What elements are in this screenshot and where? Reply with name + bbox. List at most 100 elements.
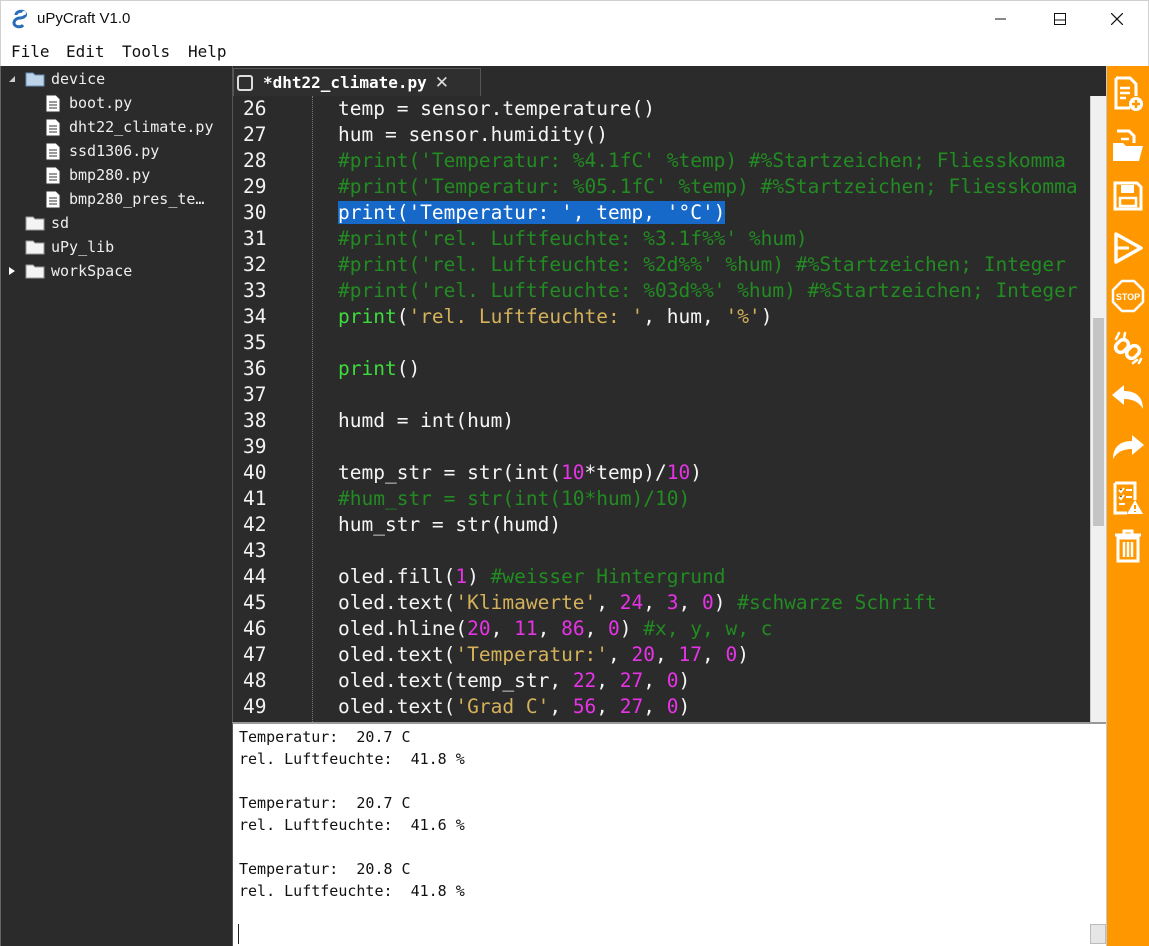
download-run-button[interactable] [1109, 228, 1147, 268]
code-line[interactable]: 40 temp_str = str(int(10*temp)/10) [233, 460, 1090, 486]
code-text: print('Temperatur: ', temp, '°C') [338, 200, 726, 226]
code-token: *temp)/ [584, 461, 667, 484]
tree-label: bmp280_pres_te… [69, 190, 205, 208]
code-line[interactable]: 47 oled.text('Temperatur:', 20, 17, 0) [233, 642, 1090, 668]
code-line[interactable]: 43 [233, 538, 1090, 564]
scrollbar-thumb[interactable] [1093, 318, 1104, 526]
code-line[interactable]: 27 hum = sensor.humidity() [233, 122, 1090, 148]
code-line[interactable]: 34 print('rel. Luftfeuchte: ', hum, '%') [233, 304, 1090, 330]
code-text: #hum_str = str(int(10*hum)/10) [338, 486, 690, 512]
menu-file[interactable]: File [11, 42, 50, 61]
code-token: , [490, 617, 515, 640]
code-line[interactable]: 38 humd = int(hum) [233, 408, 1090, 434]
tree-folder-sd[interactable]: sd [25, 211, 69, 235]
code-line[interactable]: 42 hum_str = str(humd) [233, 512, 1090, 538]
code-line[interactable]: 33 #print('rel. Luftfeuchte: %03d%%' %hum… [233, 278, 1090, 304]
tab-close-icon[interactable]: ✕ [435, 73, 449, 93]
tree-file-ssd1306[interactable]: ssd1306.py [45, 139, 159, 163]
code-token: 0 [608, 617, 620, 640]
code-line[interactable]: 32 #print('rel. Luftfeuchte: %2d%%' %hum)… [233, 252, 1090, 278]
tree-file-dht22-climate[interactable]: dht22_climate.py [45, 115, 214, 139]
code-token: , [584, 617, 609, 640]
code-token: 20 [631, 643, 655, 666]
tree-file-boot[interactable]: boot.py [45, 91, 132, 115]
stop-button[interactable]: STOP [1109, 276, 1147, 316]
code-token: 'Grad C' [455, 695, 550, 718]
open-file-icon [1113, 129, 1143, 161]
tree-file-bmp280-pres[interactable]: bmp280_pres_te… [45, 187, 204, 211]
redo-button[interactable] [1109, 428, 1147, 468]
minimize-icon [995, 18, 1006, 20]
menu-help[interactable]: Help [188, 42, 227, 61]
maximize-icon [1054, 13, 1066, 25]
code-token: ) [678, 695, 691, 718]
code-token: , [643, 695, 667, 718]
code-line[interactable]: 31 #print('rel. Luftfeuchte: %3.1f%%' %hu… [233, 226, 1090, 252]
code-token: temp_str = str(int( [338, 461, 562, 484]
code-text: oled.text(temp_str, 22, 27, 0) [338, 668, 690, 694]
menu-tools[interactable]: Tools [122, 42, 170, 61]
code-token: ) [467, 565, 491, 588]
code-line[interactable]: 36 print() [233, 356, 1090, 382]
code-token: 86 [561, 617, 585, 640]
console-scrollbar[interactable] [1090, 924, 1106, 944]
code-line[interactable]: 49 oled.text('Grad C', 56, 27, 0) [233, 694, 1090, 720]
undo-button[interactable] [1109, 378, 1147, 418]
line-number: 47 [243, 643, 267, 666]
code-text: oled.hline(20, 11, 86, 0) #x, y, w, c [338, 616, 772, 642]
open-file-button[interactable] [1109, 126, 1147, 166]
code-line[interactable]: 26 temp = sensor.temperature() [233, 96, 1090, 122]
expanded-arrow-icon [9, 76, 15, 82]
menu-edit[interactable]: Edit [66, 42, 105, 61]
code-line[interactable]: 44 oled.fill(1) #weisser Hintergrund [233, 564, 1090, 590]
code-token: print [338, 357, 397, 380]
line-number: 32 [243, 253, 267, 276]
line-number: 46 [243, 617, 267, 640]
code-token: oled.text( [338, 695, 456, 718]
save-button[interactable] [1109, 176, 1147, 216]
line-number: 42 [243, 513, 267, 536]
tree-folder-device[interactable]: device [7, 67, 105, 91]
code-line[interactable]: 37 [233, 382, 1090, 408]
maximize-button[interactable] [1037, 0, 1083, 38]
clear-button[interactable] [1109, 526, 1147, 566]
line-number: 26 [243, 97, 267, 120]
tab-dht22-climate[interactable]: *dht22_climate.py ✕ [233, 68, 481, 96]
line-number: 40 [243, 461, 267, 484]
tree-file-bmp280[interactable]: bmp280.py [45, 163, 150, 187]
code-line[interactable]: 30 print('Temperatur: ', temp, '°C') [233, 200, 1090, 226]
tree-folder-upy-lib[interactable]: uPy_lib [25, 235, 114, 259]
tree-folder-workspace[interactable]: workSpace [7, 259, 132, 283]
code-editor[interactable]: 26 temp = sensor.temperature() 27 hum = sen… [232, 96, 1090, 722]
selected-text: print('Temperatur: ', temp, '°C') [338, 201, 726, 224]
code-token: #hum_str = str(int(10*hum)/10) [338, 487, 691, 510]
code-line[interactable]: 28 #print('Temperatur: %4.1fC' %temp) #%S… [233, 148, 1090, 174]
connect-button[interactable] [1109, 328, 1147, 368]
code-token: hum_str = str(humd) [338, 513, 562, 536]
code-token: 22 [572, 669, 597, 692]
save-icon [1113, 181, 1143, 211]
code-text: oled.text('Klimawerte', 24, 3, 0) #schwa… [338, 590, 937, 616]
code-line[interactable]: 46 oled.hline(20, 11, 86, 0) #x, y, w, c [233, 616, 1090, 642]
code-line[interactable]: 39 [233, 434, 1090, 460]
tab-label: *dht22_climate.py [263, 73, 427, 92]
code-line[interactable]: 35 [233, 330, 1090, 356]
repl-console[interactable]: Temperatur: 20.7 C rel. Luftfeuchte: 41.8… [232, 722, 1106, 946]
minimize-button[interactable] [978, 0, 1024, 38]
close-button[interactable] [1094, 0, 1140, 38]
code-token: 'Klimawerte' [455, 591, 597, 614]
code-token: , [537, 617, 562, 640]
code-token: 'rel. Luftfeuchte: ' [408, 305, 644, 328]
editor-scrollbar[interactable] [1090, 96, 1106, 722]
syntax-check-button[interactable] [1109, 478, 1147, 518]
code-text: print() [338, 356, 420, 382]
code-line[interactable]: 45 oled.text('Klimawerte', 24, 3, 0) #sch… [233, 590, 1090, 616]
code-line[interactable]: 48 oled.text(temp_str, 22, 27, 0) [233, 668, 1090, 694]
code-token: 0 [666, 669, 679, 692]
code-line[interactable]: 29 #print('Temperatur: %05.1fC' %temp) #%… [233, 174, 1090, 200]
tree-label: uPy_lib [51, 238, 115, 256]
code-line[interactable]: 41 #hum_str = str(int(10*hum)/10) [233, 486, 1090, 512]
new-file-button[interactable] [1109, 74, 1147, 114]
line-number: 49 [243, 695, 267, 718]
code-token: 27 [619, 669, 644, 692]
